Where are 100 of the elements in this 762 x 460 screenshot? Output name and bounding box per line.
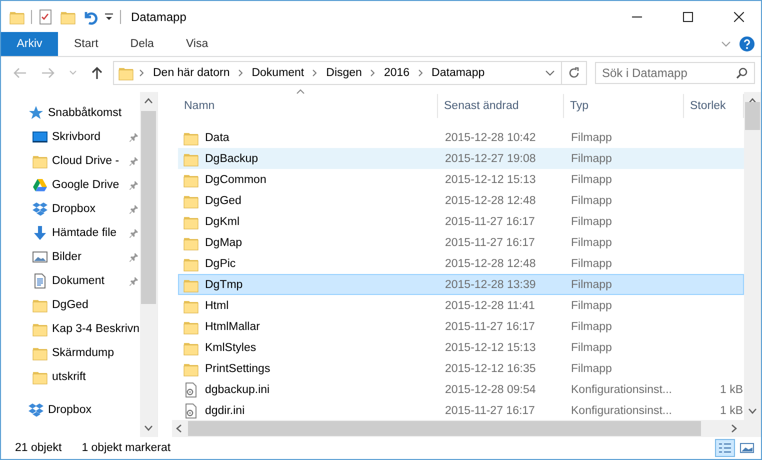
ribbon-tab[interactable]: Start (58, 32, 114, 56)
file-name: dgdir.ini (205, 404, 245, 416)
nav-item[interactable]: Google Drive (1, 173, 140, 197)
type-cell-text: Filmapp (570, 300, 613, 312)
window-title: Datamapp (131, 10, 188, 24)
date-cell-text: 2015-12-12 16:35 (444, 362, 537, 374)
breadcrumb[interactable]: Disgen (323, 67, 365, 79)
file-row[interactable]: DgKml 2015-11-27 16:17 Filmapp (178, 211, 744, 232)
selection-count: 1 objekt markerat (82, 442, 171, 454)
folder-icon (32, 153, 48, 169)
file-row[interactable]: Data 2015-12-28 10:42 Filmapp (178, 127, 744, 148)
properties-icon[interactable] (38, 8, 54, 24)
file-row[interactable]: DgPic 2015-12-28 12:48 Filmapp (178, 253, 744, 274)
folder-icon (32, 321, 48, 337)
nav-item[interactable]: Dokument (1, 269, 140, 293)
file-row[interactable]: HtmlMallar 2015-11-27 16:17 Filmapp (178, 316, 744, 337)
nav-item[interactable]: Cloud Drive - (1, 149, 140, 173)
dropdown-caret-icon[interactable] (104, 12, 114, 22)
breadcrumb[interactable]: Den här datorn (150, 67, 233, 79)
size-cell-text: 1 kB (718, 404, 743, 416)
file-name: DgGed (205, 194, 242, 206)
file-row[interactable]: DgGed 2015-12-28 12:48 Filmapp (178, 190, 744, 211)
file-row[interactable]: DgMap 2015-11-27 16:17 Filmapp (178, 232, 744, 253)
dropbox-icon (32, 201, 48, 217)
close-icon (734, 12, 744, 22)
nav-item[interactable]: Bilder (1, 245, 140, 269)
file-row[interactable]: Html 2015-12-28 11:41 Filmapp (178, 295, 744, 316)
down-arrow-icon (32, 225, 48, 241)
size-cell-text: 1 kB (718, 384, 743, 396)
nav-item[interactable]: DgGed (1, 293, 140, 317)
nav-item[interactable]: Snabbåtkomst (1, 101, 140, 125)
expand-ribbon-icon[interactable] (721, 40, 731, 48)
nav-item[interactable]: Skrivbord (1, 125, 140, 149)
file-row[interactable]: KmlStyles 2015-12-12 15:13 Filmapp (178, 337, 744, 358)
details-list-icon (718, 442, 732, 454)
type-cell-text: Filmapp (570, 132, 613, 144)
scroll-down-icon[interactable] (144, 425, 153, 431)
ribbon-tab[interactable]: Dela (114, 32, 170, 56)
file-name: dgbackup.ini (205, 384, 270, 396)
type-cell-text: Filmapp (570, 342, 613, 354)
folder-icon (118, 65, 134, 81)
file-name: HtmlMallar (205, 320, 260, 332)
nav-item[interactable]: Dropbox (1, 398, 140, 422)
sort-ascending-icon (296, 89, 305, 94)
nav-item[interactable]: Kap 3-4 Beskrivn (1, 317, 140, 341)
scroll-right-icon[interactable] (731, 424, 737, 433)
search-icon (736, 67, 748, 79)
nav-item[interactable]: Skärmdump (1, 341, 140, 365)
column-header[interactable]: Namn (178, 94, 438, 118)
ribbon-tab[interactable]: Visa (170, 32, 224, 56)
desktop-icon (32, 129, 48, 145)
file-name: Html (205, 300, 229, 312)
type-cell-text: Filmapp (570, 278, 613, 290)
chevron-icon (418, 69, 424, 77)
date-cell-text: 2015-12-28 13:39 (444, 278, 537, 290)
scroll-left-icon[interactable] (176, 424, 182, 433)
date-cell-text: 2015-12-12 15:13 (444, 174, 537, 186)
type-cell-text: Konfigurationsinst... (570, 404, 674, 416)
file-row[interactable]: DgCommon 2015-12-12 15:13 Filmapp (178, 169, 744, 190)
settings-file-icon (183, 382, 199, 398)
date-cell-text: 2015-12-28 11:41 (444, 300, 536, 312)
breadcrumb[interactable]: Datamapp (428, 67, 488, 79)
nav-item[interactable]: utskrift (1, 365, 140, 389)
refresh-icon[interactable] (568, 67, 580, 79)
date-cell-text: 2015-11-27 16:17 (444, 236, 536, 248)
address-bar[interactable]: Den här datorn Dokument Disgen 2016 Datamapp (113, 61, 587, 85)
scroll-up-icon[interactable] (748, 98, 757, 104)
drive-icon (32, 177, 48, 193)
type-cell-text: Filmapp (570, 362, 613, 374)
dropbox-icon (28, 402, 44, 418)
breadcrumb[interactable]: 2016 (380, 67, 413, 79)
nav-item[interactable]: Hämtade file (1, 221, 140, 245)
ribbon-tab[interactable]: Arkiv (1, 32, 58, 56)
date-cell-text: 2015-12-27 19:08 (444, 152, 537, 164)
star-icon (28, 105, 44, 121)
scroll-down-icon[interactable] (748, 408, 757, 414)
date-cell-text: 2015-12-28 10:42 (444, 132, 537, 144)
file-row[interactable]: DgBackup 2015-12-27 19:08 Filmapp (178, 148, 744, 169)
scroll-up-icon[interactable] (144, 98, 153, 104)
history-caret-icon[interactable] (545, 69, 555, 77)
file-row[interactable]: DgTmp 2015-12-28 13:39 Filmapp (178, 274, 744, 295)
scrollbar-thumb[interactable] (188, 421, 701, 436)
file-row[interactable]: dgdir.ini 2015-11-27 16:17 Konfigurationsinst... 1 kB (178, 400, 744, 420)
column-header[interactable]: Typ (564, 94, 684, 118)
breadcrumb[interactable]: Dokument (248, 67, 308, 79)
up-arrow-icon[interactable] (91, 66, 103, 80)
date-cell-text: 2015-11-27 16:17 (444, 216, 536, 228)
date-cell-text: 2015-12-28 09:54 (444, 384, 537, 396)
file-row[interactable]: dgbackup.ini 2015-12-28 09:54 Konfigurationsinst... 1 kB (178, 379, 744, 400)
scrollbar-thumb[interactable] (745, 102, 760, 130)
scrollbar-thumb[interactable] (141, 111, 156, 304)
search-field[interactable]: Sök i Datamapp (595, 62, 755, 84)
help-icon[interactable] (739, 36, 755, 52)
nav-item[interactable]: Dropbox (1, 197, 140, 221)
type-cell-text: Filmapp (570, 194, 613, 206)
file-row[interactable]: PrintSettings 2015-12-12 16:35 Filmapp (178, 358, 744, 379)
column-header[interactable]: Senast ändrad (438, 94, 564, 118)
details-view-button[interactable] (715, 439, 735, 457)
chevron-icon (312, 69, 318, 77)
date-cell-text: 2015-11-27 16:17 (444, 404, 536, 416)
